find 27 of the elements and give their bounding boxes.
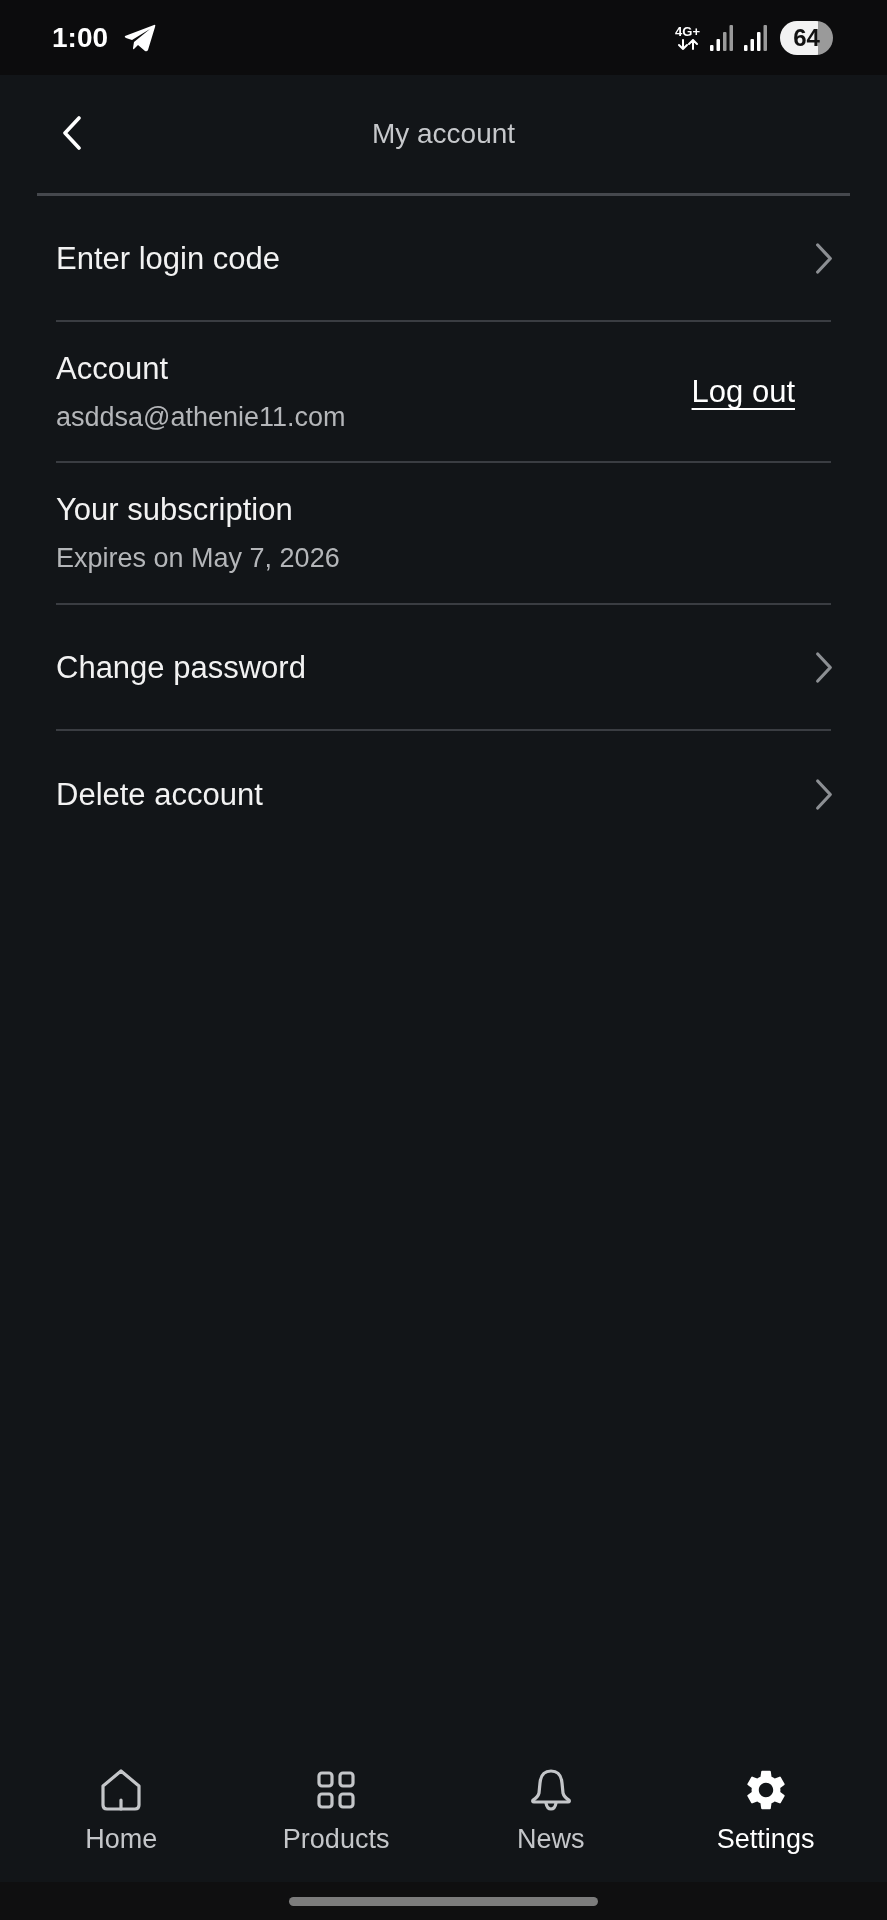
back-icon xyxy=(63,116,81,150)
nav-tab[interactable]: News xyxy=(443,1742,659,1876)
chevron-right-icon xyxy=(815,777,833,811)
menu-row[interactable]: Enter login code xyxy=(56,196,831,322)
nav-tab[interactable]: Home xyxy=(14,1742,229,1876)
network-type: 4G+ xyxy=(675,25,700,38)
battery-indicator: 64 xyxy=(780,20,833,55)
clock: 1:00 xyxy=(52,23,109,52)
log-out-link[interactable]: Log out xyxy=(691,376,795,407)
nav-tab[interactable]: Settings xyxy=(658,1742,873,1876)
page-title: My account xyxy=(371,120,516,148)
nav-tab[interactable]: Products xyxy=(228,1742,444,1876)
account-email: asddsa@athenie11.com xyxy=(56,403,346,431)
row-title: Your subscription xyxy=(56,494,294,525)
paper-plane-icon xyxy=(124,23,157,52)
chevron-right-icon xyxy=(815,241,833,275)
row-title: Account xyxy=(56,352,169,384)
row-title: Delete account xyxy=(56,778,263,810)
menu-row[interactable]: Change password xyxy=(56,605,831,731)
signal-icon xyxy=(744,24,768,51)
signal-icon xyxy=(710,24,734,51)
expiry-date: Expires on May 7, 2026 xyxy=(56,545,341,572)
menu-row[interactable]: Delete account xyxy=(56,731,831,857)
data-arrows-icon xyxy=(677,39,698,50)
chevron-right-icon xyxy=(815,650,833,684)
row-title: Change password xyxy=(56,651,306,683)
row-title: Enter login code xyxy=(56,242,281,274)
